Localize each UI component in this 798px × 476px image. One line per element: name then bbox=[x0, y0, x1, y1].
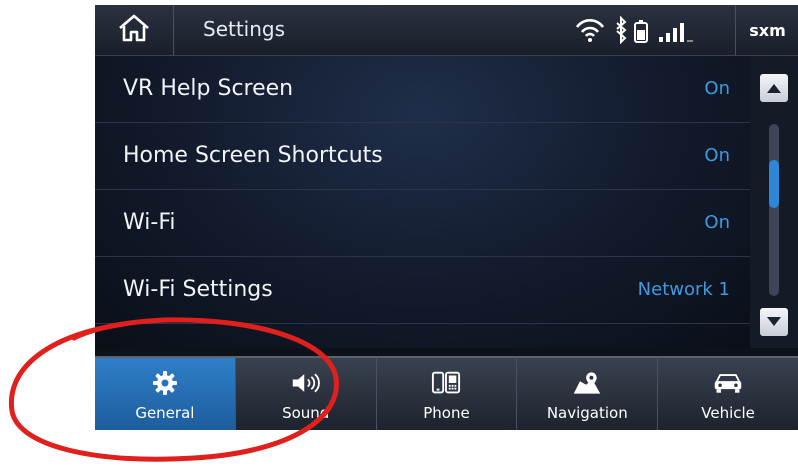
tab-vehicle[interactable]: Vehicle bbox=[658, 358, 798, 430]
tab-sound[interactable]: Sound bbox=[236, 358, 377, 430]
tab-label: Vehicle bbox=[701, 404, 755, 422]
status-bar: Settings sxm bbox=[95, 5, 798, 56]
page-title: Settings bbox=[203, 17, 286, 41]
home-button[interactable] bbox=[95, 5, 174, 55]
map-pin-icon bbox=[572, 368, 602, 398]
home-icon bbox=[117, 13, 151, 47]
list-item[interactable]: Home Screen Shortcuts On bbox=[95, 123, 750, 190]
category-tab-bar: General Sound Phone Navigation Vehicle bbox=[95, 356, 798, 430]
list-item-label: Wi-Fi bbox=[123, 210, 176, 235]
bluetooth-icon bbox=[616, 15, 627, 45]
list-item[interactable]: Wi-Fi On bbox=[95, 190, 750, 257]
list-item-value: On bbox=[704, 78, 730, 99]
scroll-down-button[interactable] bbox=[760, 308, 788, 336]
tab-label: Navigation bbox=[546, 404, 628, 422]
battery-icon bbox=[634, 20, 648, 43]
infotainment-screen: Settings sxm VR Help Screen On Home Scre… bbox=[95, 5, 798, 430]
scrollbar[interactable] bbox=[750, 56, 798, 348]
list-item-value: On bbox=[704, 145, 730, 166]
list-item-label: Home Screen Shortcuts bbox=[123, 143, 383, 168]
speaker-icon bbox=[291, 368, 321, 398]
settings-list: VR Help Screen On Home Screen Shortcuts … bbox=[95, 56, 750, 348]
triangle-up-icon bbox=[766, 79, 782, 98]
tab-general[interactable]: General bbox=[95, 358, 236, 430]
list-item-label: Wi-Fi Settings bbox=[123, 277, 273, 302]
tab-navigation[interactable]: Navigation bbox=[517, 358, 659, 430]
scroll-up-button[interactable] bbox=[760, 74, 788, 102]
list-item[interactable]: VR Help Screen On bbox=[95, 56, 750, 123]
gear-icon bbox=[150, 368, 180, 398]
scroll-thumb[interactable] bbox=[769, 160, 779, 208]
list-item[interactable]: Wi-Fi Settings Network 1 bbox=[95, 257, 750, 324]
status-icons bbox=[573, 15, 733, 45]
list-item-value: Network 1 bbox=[637, 279, 730, 300]
tab-phone[interactable]: Phone bbox=[377, 358, 518, 430]
triangle-down-icon bbox=[766, 313, 782, 332]
tab-label: Phone bbox=[423, 404, 470, 422]
car-icon bbox=[713, 368, 743, 398]
signal-icon bbox=[659, 23, 693, 42]
scroll-rail[interactable] bbox=[769, 124, 779, 296]
list-item-value: On bbox=[704, 212, 730, 233]
sxm-button[interactable]: sxm bbox=[735, 5, 798, 55]
list-item-label: VR Help Screen bbox=[123, 76, 294, 101]
tab-label: Sound bbox=[282, 404, 330, 422]
phone-icon bbox=[431, 368, 461, 398]
wifi-icon bbox=[575, 19, 605, 42]
tab-label: General bbox=[135, 404, 195, 422]
